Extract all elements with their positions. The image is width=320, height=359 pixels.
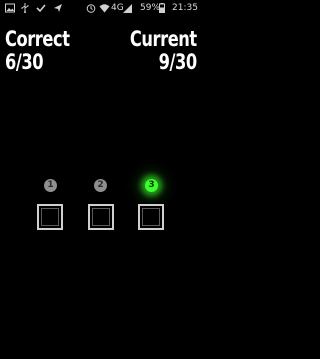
send-icon: [53, 3, 63, 13]
answer-box-1[interactable]: [37, 204, 63, 230]
correct-score: Correct 6/30: [5, 28, 70, 74]
step-indicator-3: 3: [145, 179, 158, 192]
wifi-icon: [99, 3, 110, 13]
check-icon: [36, 3, 46, 13]
current-score: Current 9/30: [130, 28, 197, 74]
status-bar: 4G 59% 21:35: [0, 0, 202, 16]
signal-icon: [123, 3, 132, 13]
battery-percent: 59%: [140, 3, 161, 13]
step-indicator-2: 2: [94, 179, 107, 192]
alarm-icon: [86, 3, 96, 13]
current-label: Current: [130, 27, 197, 51]
correct-value: 6/30: [5, 50, 44, 74]
answer-box-3[interactable]: [138, 204, 164, 230]
correct-label: Correct: [5, 27, 70, 51]
clock: 21:35: [172, 3, 198, 13]
image-icon: [5, 3, 15, 13]
answer-box-2[interactable]: [88, 204, 114, 230]
usb-icon: [21, 3, 29, 13]
network-type: 4G: [111, 3, 124, 13]
current-value: 9/30: [158, 50, 198, 74]
battery-icon: [159, 3, 165, 14]
step-indicator-1: 1: [44, 179, 57, 192]
